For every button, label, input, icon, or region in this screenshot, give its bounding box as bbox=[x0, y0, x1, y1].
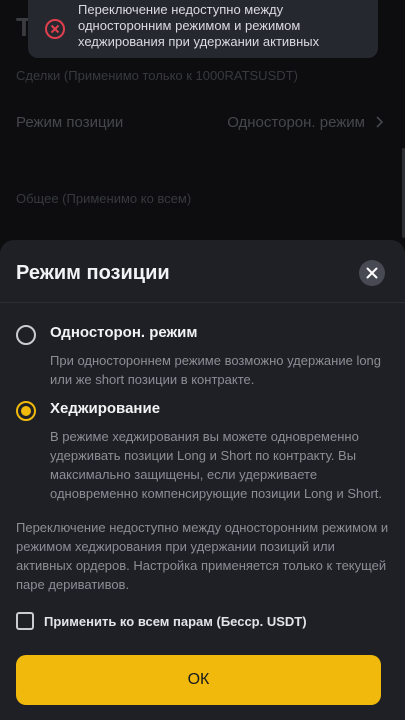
option-description: При одностороннем режиме возможно удержа… bbox=[50, 353, 382, 387]
apply-all-checkbox[interactable] bbox=[16, 612, 34, 630]
sheet-title: Режим позиции bbox=[16, 261, 170, 284]
header-divider bbox=[0, 302, 405, 303]
option-hedge-mode[interactable]: Хеджирование В режиме хеджирования вы мо… bbox=[16, 400, 387, 501]
apply-all-label: Применить ко всем парам (Бесср. USDT) bbox=[44, 613, 307, 629]
radio-hedge-mode[interactable] bbox=[16, 401, 36, 421]
close-button[interactable] bbox=[359, 260, 385, 286]
option-one-way-mode[interactable]: Односторон. режим При одностороннем режи… bbox=[16, 324, 387, 387]
ok-button[interactable]: ОК bbox=[16, 655, 381, 705]
close-icon bbox=[366, 267, 378, 279]
option-label: Односторон. режим bbox=[50, 324, 198, 341]
apply-all-pairs-row[interactable]: Применить ко всем парам (Бесср. USDT) bbox=[16, 610, 307, 632]
position-mode-sheet: Режим позиции Односторон. режим При одно… bbox=[0, 240, 405, 720]
error-toast: Переключение недоступно между односторон… bbox=[28, 0, 378, 58]
toast-message: Переключение недоступно между односторон… bbox=[78, 2, 320, 49]
option-description: В режиме хеджирования вы можете одноврем… bbox=[50, 429, 383, 501]
switch-note: Переключение недоступно между односторон… bbox=[16, 520, 389, 592]
radio-one-way-mode[interactable] bbox=[16, 325, 36, 345]
option-label: Хеджирование bbox=[50, 400, 161, 417]
sheet-header: Режим позиции bbox=[16, 258, 385, 288]
error-circle-x-icon bbox=[45, 19, 65, 39]
